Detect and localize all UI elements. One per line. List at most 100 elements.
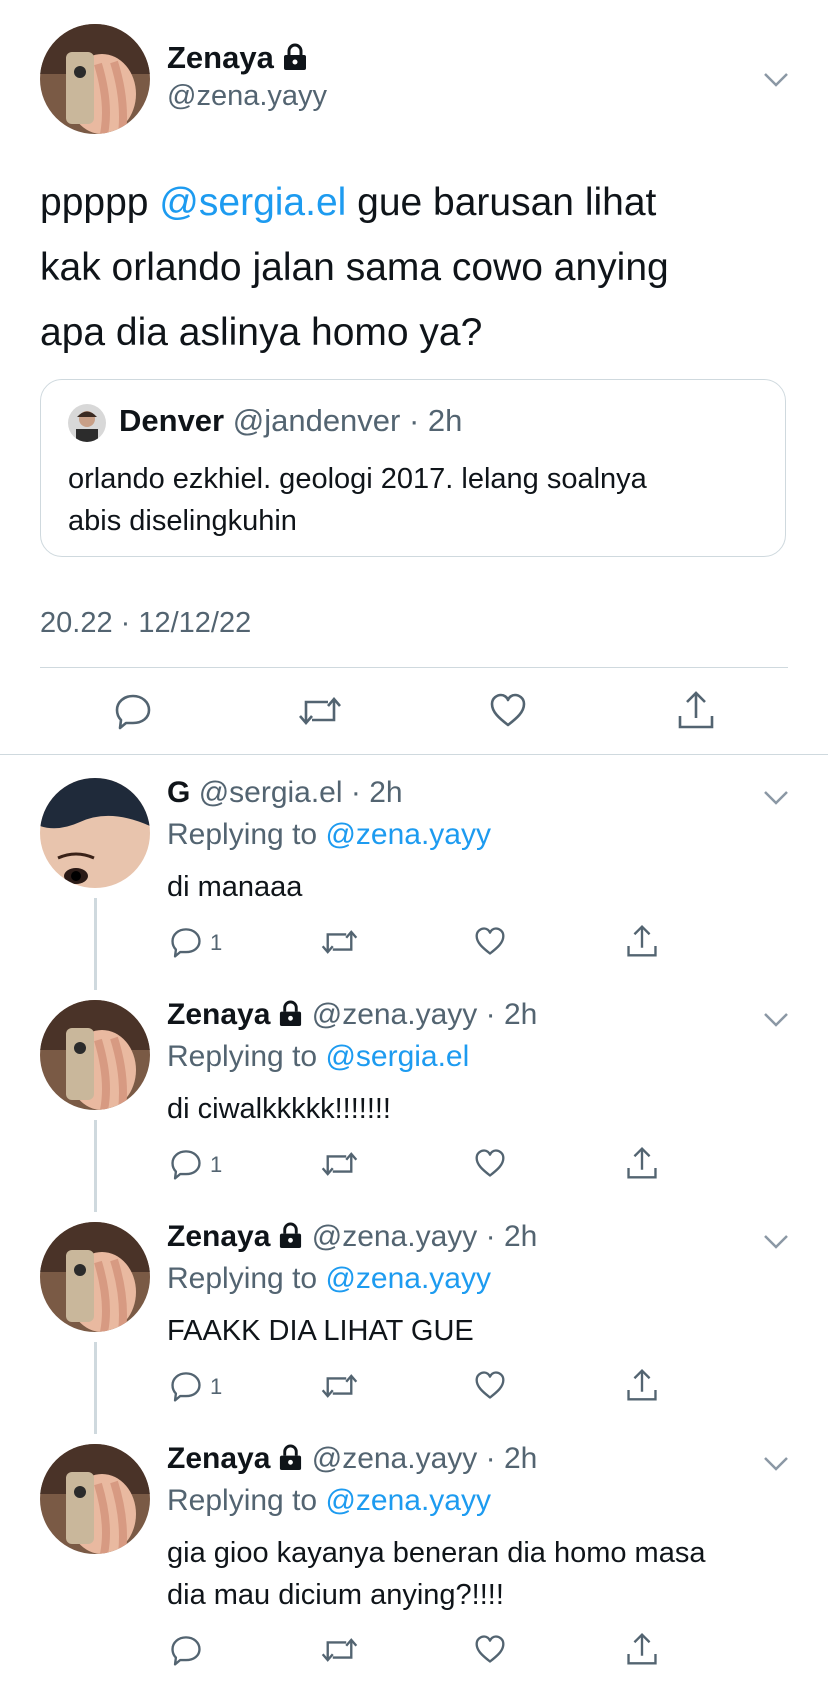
retweet-icon[interactable] [321,1634,358,1666]
reply-time: 2h [503,1442,538,1475]
mention-link[interactable]: @sergia.el [159,181,346,224]
reply-icon[interactable] [114,692,152,730]
replying-label: Replying to [167,1040,318,1073]
reply-author-name[interactable]: Zenaya [167,1442,270,1475]
avatar[interactable] [40,778,150,888]
main-author-name[interactable]: Zenaya [167,40,308,76]
replying-to: Replying to @sergia.el [167,1040,469,1074]
retweet-icon[interactable] [321,926,358,958]
replying-to-mention[interactable]: @zena.yayy [325,1262,491,1295]
like-icon[interactable] [474,1370,506,1400]
section-divider [0,754,828,755]
reply-icon[interactable] [170,1634,202,1666]
replying-to: Replying to @zena.yayy [167,1262,491,1296]
retweet-icon[interactable] [321,1370,358,1402]
avatar-image [40,1000,150,1110]
chevron-down-icon[interactable] [763,790,789,806]
share-icon[interactable] [626,1146,658,1180]
like-icon[interactable] [489,692,527,728]
reply-tweet[interactable]: Zenaya @zena.yayy · 2h Replying to @zena… [0,1442,828,1682]
avatar[interactable] [40,1444,150,1554]
share-icon[interactable] [677,690,715,730]
lock-icon [283,43,306,70]
author-name-text: Zenaya [167,40,274,75]
reply-count: 1 [210,1152,223,1177]
reply-text: FAAKK DIA LIHAT GUE [167,1310,474,1352]
reply-author-handle[interactable]: @zena.yayy [312,1220,478,1253]
replying-to-mention[interactable]: @zena.yayy [325,818,491,851]
share-icon[interactable] [626,1632,658,1666]
reply-author-handle[interactable]: @zena.yayy [312,1442,478,1475]
share-icon[interactable] [626,924,658,958]
retweet-icon[interactable] [298,692,342,730]
reply-author-handle[interactable]: @sergia.el [199,776,343,809]
reply-time: 2h [369,776,403,809]
reply-tweet[interactable]: Zenaya @zena.yayy · 2h Replying to @zena… [0,1220,828,1410]
avatar[interactable] [40,1000,150,1110]
quoted-avatar-image [68,404,106,442]
retweet-icon[interactable] [321,1148,358,1180]
quoted-tweet-card[interactable]: Denver @jandenver · 2h orlando ezkhiel. … [40,379,786,557]
reply-time: 2h [503,1220,538,1253]
reply-icon[interactable] [170,1148,202,1180]
reply-author-name[interactable]: Zenaya [167,1220,270,1253]
reply-text: di manaaa [167,866,302,908]
reply-text-line-1: di ciwalkkkkk!!!!!!! [167,1093,391,1125]
quoted-text: orlando ezkhiel. geologi 2017. lelang so… [68,458,647,542]
reply-header: Zenaya @zena.yayy · 2h [167,998,537,1032]
replying-to-mention[interactable]: @zena.yayy [325,1484,491,1517]
reply-count: 1 [210,930,223,955]
avatar-image [40,1222,150,1332]
avatar-image [40,778,150,888]
replying-label: Replying to [167,1262,318,1295]
reply-header: Zenaya @zena.yayy · 2h [167,1220,537,1254]
reply-icon[interactable] [170,1370,202,1402]
reply-header: Zenaya @zena.yayy · 2h [167,1442,537,1476]
avatar[interactable] [40,1222,150,1332]
tweet-timestamp[interactable]: 20.22 · 12/12/22 [40,607,251,640]
chevron-down-icon[interactable] [763,72,789,88]
dot-separator: · [477,1442,504,1475]
replying-to: Replying to @zena.yayy [167,818,491,852]
reply-author-name[interactable]: G [167,776,190,809]
chevron-down-icon[interactable] [763,1012,789,1028]
reply-header: G @sergia.el · 2h [167,776,403,810]
lock-icon [280,1444,302,1470]
replying-to: Replying to @zena.yayy [167,1484,491,1518]
reply-icon[interactable] [170,926,202,958]
main-tweet-line-2: kak orlando jalan sama cowo anying [40,246,669,289]
avatar-main[interactable] [40,24,150,134]
like-icon[interactable] [474,1148,506,1178]
like-icon[interactable] [474,926,506,956]
lock-icon [280,1000,302,1026]
quoted-time: 2h [427,403,463,438]
avatar-image [40,24,150,134]
reply-tweet[interactable]: Zenaya @zena.yayy · 2h Replying to @serg… [0,998,828,1188]
replying-to-mention[interactable]: @sergia.el [325,1040,469,1073]
quoted-text-line-1: orlando ezkhiel. geologi 2017. lelang so… [68,463,647,495]
main-author-handle[interactable]: @zena.yayy [167,80,327,113]
reply-author-handle[interactable]: @zena.yayy [312,998,478,1031]
reply-text: di ciwalkkkkk!!!!!!! [167,1088,391,1130]
chevron-down-icon[interactable] [763,1234,789,1250]
reply-text: gia gioo kayanya beneran dia homo masa d… [167,1532,705,1616]
reply-text-line-1: di manaaa [167,871,303,903]
reply-author-name[interactable]: Zenaya [167,998,270,1031]
reply-time: 2h [503,998,538,1031]
reply-text-line-1: FAAKK DIA LIHAT GUE [167,1315,474,1347]
reply-tweet[interactable]: G @sergia.el · 2h Replying to @zena.yayy… [0,776,828,966]
replying-label: Replying to [167,1484,318,1517]
text-prefix: ppppp [40,181,160,224]
chevron-down-icon[interactable] [763,1456,789,1472]
dot-separator: · [477,1220,504,1253]
reply-text-line-1: gia gioo kayanya beneran dia homo masa [167,1537,706,1569]
quoted-header: Denver @jandenver · 2h [119,403,462,439]
quoted-author-name: Denver [119,403,225,438]
like-icon[interactable] [474,1634,506,1664]
divider [40,667,788,668]
reply-text-line-2: dia mau dicium anying?!!!! [167,1579,504,1611]
text-rest: gue barusan lihat [346,181,657,224]
dot-separator: · [477,998,504,1031]
share-icon[interactable] [626,1368,658,1402]
quoted-author-handle: @jandenver [232,403,401,438]
